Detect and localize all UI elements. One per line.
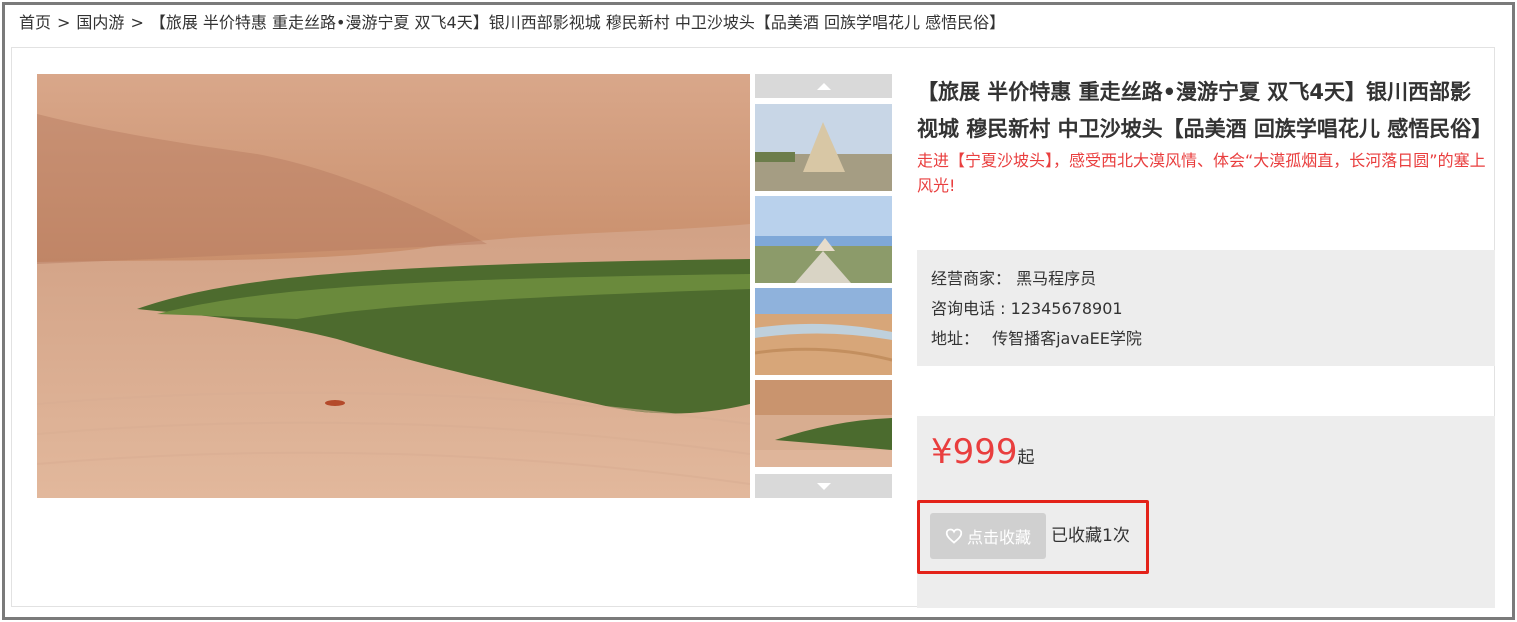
merchant-label: 经营商家： xyxy=(931,269,1012,288)
address-label: 地址： xyxy=(931,329,980,348)
thumbnail-scroll-up-button[interactable] xyxy=(755,74,892,98)
thumbnail-scroll-down-button[interactable] xyxy=(755,474,892,498)
product-subtitle: 走进【宁夏沙坡头】，感受西北大漠风情、体会“大漠孤烟直，长河落日圆”的塞上风光! xyxy=(917,151,1486,195)
page-frame: 首页 > 国内游 > 【旅展 半价特惠 重走丝路•漫游宁夏 双飞4天】银川西部影视城 穆… xyxy=(2,2,1515,620)
merchant-value: 黑马程序员 xyxy=(1016,269,1097,288)
merchant-row: 经营商家： 黑马程序员 xyxy=(931,264,1495,294)
phone-value: 12345678901 xyxy=(1010,299,1123,318)
breadcrumb-separator: > xyxy=(57,13,71,32)
product-title: 【旅展 半价特惠 重走丝路•漫游宁夏 双飞4天】银川西部影视城 穆民新村 中卫沙… xyxy=(917,80,1493,141)
price-suffix: 起 xyxy=(1017,448,1035,468)
breadcrumb-separator: > xyxy=(130,13,144,32)
favorite-button[interactable]: 点击收藏 xyxy=(930,513,1046,559)
breadcrumb-category[interactable]: 国内游 xyxy=(76,11,124,35)
address-value: 传智播客javaEE学院 xyxy=(992,329,1142,348)
thumbnail-strip xyxy=(755,74,892,498)
thumbnail-2[interactable] xyxy=(755,196,892,283)
thumbnail-3[interactable] xyxy=(755,288,892,375)
address-row: 地址： 传智播客javaEE学院 xyxy=(931,324,1495,354)
arrow-down-icon xyxy=(816,482,831,490)
price-box: ¥999起 点击收藏 已收藏1次 xyxy=(917,416,1495,608)
phone-label: 咨询电话 : xyxy=(931,299,1006,318)
breadcrumb: 首页 > 国内游 > 【旅展 半价特惠 重走丝路•漫游宁夏 双飞4天】银川西部影视城 穆… xyxy=(19,11,1005,35)
favorite-count: 已收藏1次 xyxy=(1051,526,1130,546)
product-panel: 【旅展 半价特惠 重走丝路•漫游宁夏 双飞4天】银川西部影视城 穆民新村 中卫沙… xyxy=(11,47,1495,608)
product-info: 【旅展 半价特惠 重走丝路•漫游宁夏 双飞4天】银川西部影视城 穆民新村 中卫沙… xyxy=(917,74,1495,608)
price-value: ¥999 xyxy=(931,432,1018,472)
thumbnail-4[interactable] xyxy=(755,380,892,467)
arrow-up-icon xyxy=(816,82,831,90)
favorite-button-label: 点击收藏 xyxy=(966,528,1031,547)
phone-row: 咨询电话 : 12345678901 xyxy=(931,294,1495,324)
breadcrumb-current: 【旅展 半价特惠 重走丝路•漫游宁夏 双飞4天】银川西部影视城 穆民新村 中卫沙… xyxy=(149,13,1006,32)
merchant-info-box: 经营商家： 黑马程序员 咨询电话 : 12345678901 地址： 传智播客j… xyxy=(917,250,1495,366)
main-product-image xyxy=(37,74,750,498)
price: ¥999起 xyxy=(931,430,1035,480)
thumbnail-1[interactable] xyxy=(755,104,892,191)
breadcrumb-home[interactable]: 首页 xyxy=(19,11,51,35)
heart-icon xyxy=(945,528,963,544)
